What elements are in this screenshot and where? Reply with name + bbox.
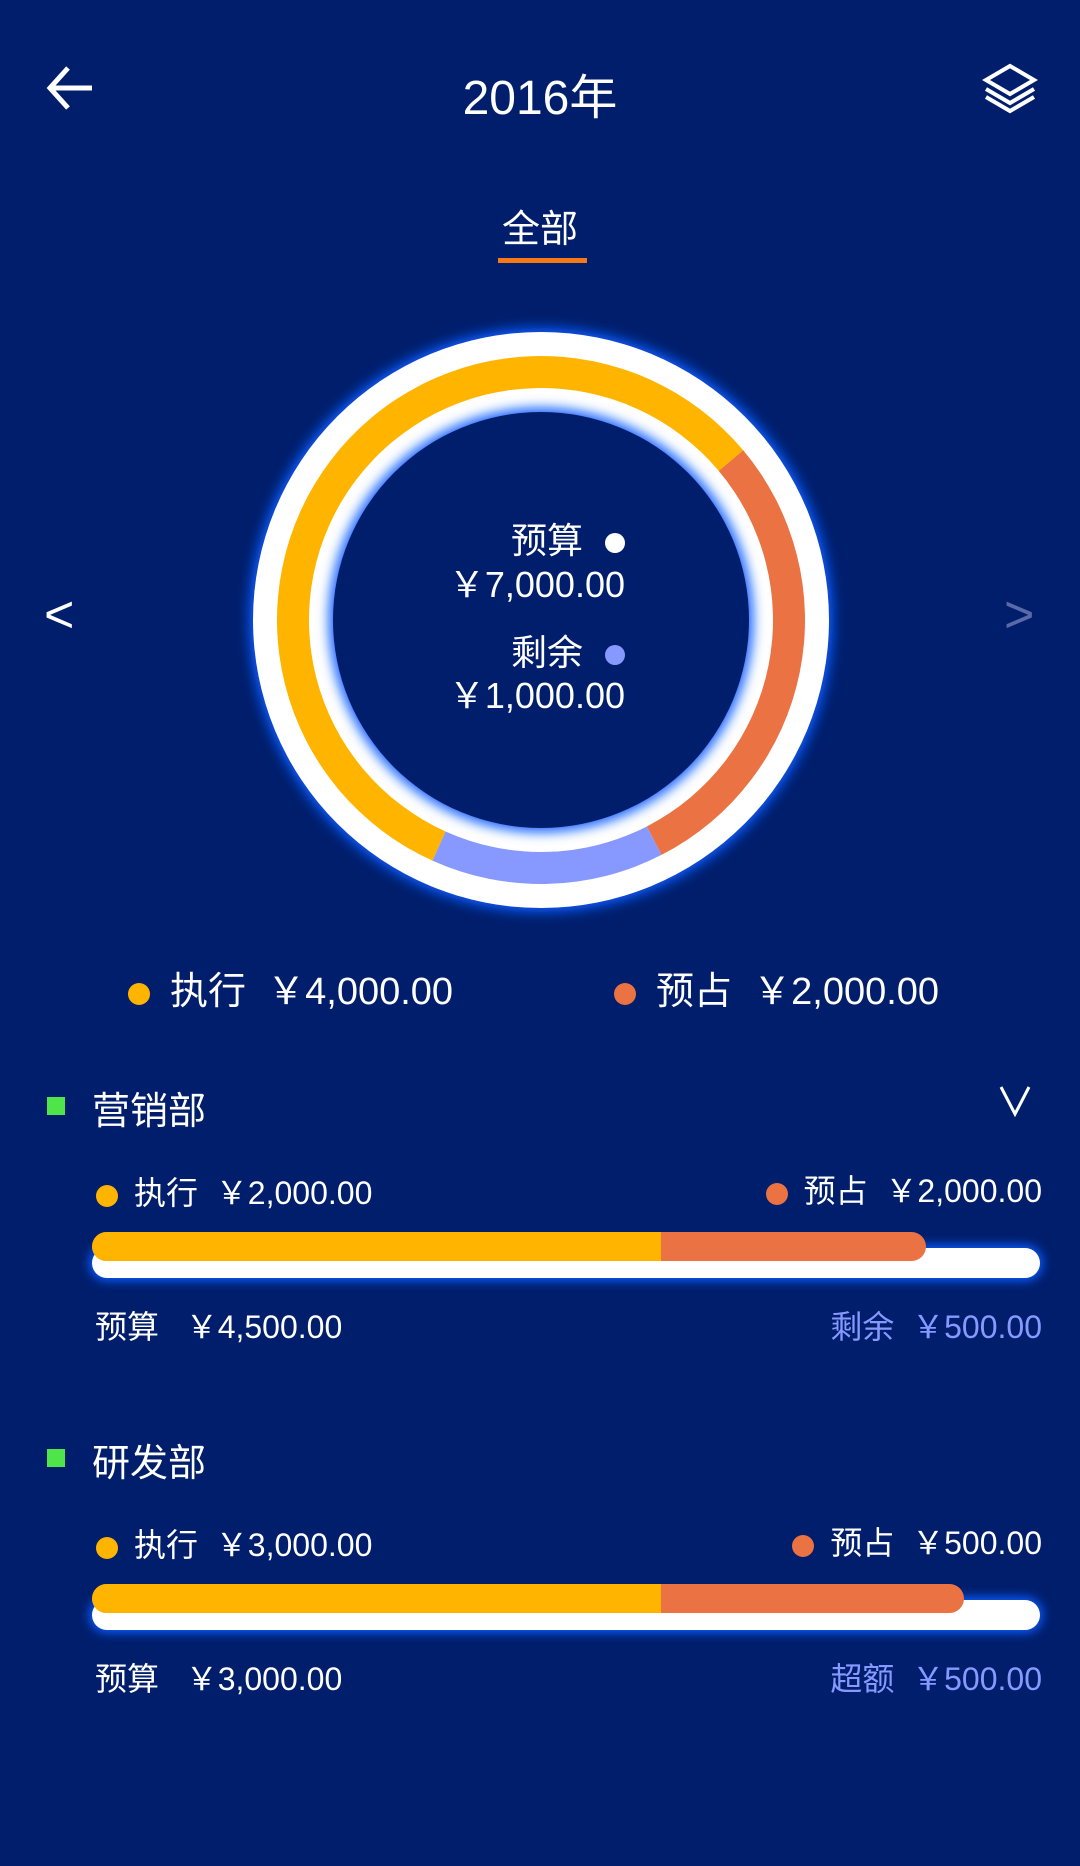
- reserved-value: ￥2,000.00: [885, 1173, 1042, 1209]
- reserved-row: 预占 ￥500.00: [792, 1518, 1042, 1564]
- reserved-dot: [792, 1534, 815, 1557]
- budget-row: 预算 ￥4,500.00: [95, 1302, 342, 1348]
- reserved-value: ￥500.00: [912, 1525, 1042, 1561]
- prev-button[interactable]: <: [44, 585, 74, 645]
- reserved-value: ￥2,000.00: [753, 971, 940, 1013]
- layers-icon: [982, 63, 1038, 114]
- reserved-label: 预占: [656, 971, 733, 1013]
- remaining-dot: [605, 645, 625, 666]
- balance-row: 超额 ￥500.00: [830, 1654, 1042, 1700]
- budget-label: 预算: [95, 1661, 160, 1697]
- reserved-dot: [614, 982, 636, 1005]
- reserved-dot: [765, 1182, 788, 1205]
- executed-bar: [92, 1584, 661, 1613]
- reserved-label: 预占: [830, 1525, 895, 1561]
- budget-dot: [605, 533, 625, 554]
- budget-value: ￥4,500.00: [185, 1309, 343, 1345]
- balance-label: 剩余: [830, 1309, 895, 1345]
- budget-value: ￥7,000.00: [448, 564, 625, 605]
- balance-value: ￥500.00: [912, 1661, 1042, 1697]
- executed-label: 执行: [134, 1175, 199, 1211]
- reserved-label: 预占: [803, 1173, 868, 1209]
- page-title: 2016年: [462, 72, 618, 125]
- remaining-value: ￥1,000.00: [448, 675, 625, 716]
- budget-label: 预算: [95, 1309, 160, 1345]
- budget-label: 预算: [510, 520, 583, 561]
- chevron-down-icon[interactable]: [998, 1084, 1032, 1118]
- executed-label: 执行: [134, 1527, 199, 1563]
- executed-dot: [96, 1536, 118, 1559]
- executed-value: ￥3,000.00: [215, 1527, 373, 1563]
- executed-value: ￥2,000.00: [215, 1175, 373, 1211]
- executed-row: 执行 ￥3,000.00: [96, 1520, 372, 1566]
- section-marker: [47, 1449, 65, 1467]
- layers-button[interactable]: [982, 62, 1038, 119]
- executed-bar: [92, 1232, 661, 1261]
- department-name[interactable]: 营销部: [92, 1080, 206, 1135]
- tab-active-indicator: [498, 258, 587, 263]
- executed-dot: [128, 982, 150, 1005]
- budget-row: 预算 ￥3,000.00: [95, 1654, 342, 1700]
- legend-reserved: 预占 ￥2,000.00: [614, 960, 939, 1015]
- balance-row: 剩余 ￥500.00: [830, 1302, 1042, 1348]
- balance-label: 超额: [830, 1661, 895, 1697]
- balance-value: ￥500.00: [912, 1309, 1042, 1345]
- budget-donut-chart: [249, 328, 833, 912]
- executed-label: 执行: [170, 971, 247, 1013]
- executed-row: 执行 ￥2,000.00: [96, 1168, 372, 1214]
- legend-executed: 执行 ￥4,000.00: [128, 960, 453, 1015]
- tab-all[interactable]: 全部: [0, 198, 1080, 253]
- executed-value: ￥4,000.00: [267, 971, 454, 1013]
- section-marker: [47, 1097, 65, 1115]
- executed-dot: [96, 1184, 118, 1207]
- next-button[interactable]: >: [1004, 585, 1034, 645]
- budget-value: ￥3,000.00: [185, 1661, 343, 1697]
- reserved-row: 预占 ￥2,000.00: [765, 1166, 1042, 1212]
- department-name[interactable]: 研发部: [92, 1432, 206, 1487]
